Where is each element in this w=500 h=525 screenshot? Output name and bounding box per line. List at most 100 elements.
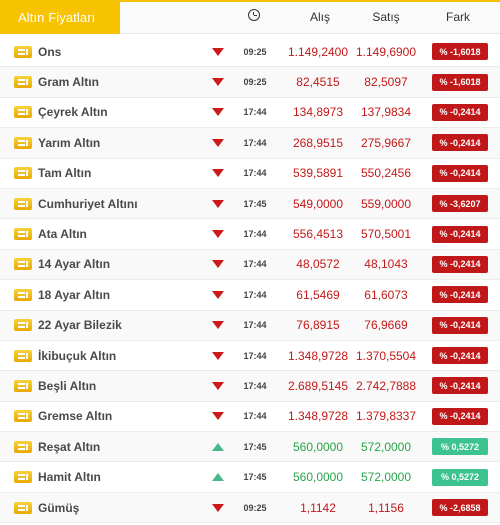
change-badge: % -0,2414 — [432, 377, 488, 395]
gold-bar-icon — [14, 197, 32, 210]
gold-prices-widget: Altın Fiyatları Alış Satış Fark Ons 09:25… — [0, 0, 500, 525]
asset-name[interactable]: Ata Altın — [38, 227, 87, 241]
gold-bar-icon — [14, 440, 32, 453]
table-row[interactable]: Gümüş 09:25 1,1142 1,1156 % -2,6858 — [0, 492, 500, 524]
trend-down-icon — [212, 138, 224, 147]
sell-price: 1.149,6900 — [355, 44, 417, 59]
change-badge: % -0,2414 — [432, 316, 488, 334]
change-badge: % -0,2414 — [432, 347, 488, 365]
sell-price: 572,0000 — [360, 439, 412, 454]
table-row[interactable]: Gram Altın 09:25 82,4515 82,5097 % -1,6018 — [0, 67, 500, 98]
table-row[interactable]: Ons 09:25 1.149,2400 1.149,6900 % -1,6018 — [0, 37, 500, 68]
change-badge: % -1,6018 — [432, 73, 488, 91]
change-badge: % 0,5272 — [432, 468, 488, 486]
sell-column-header: Satış — [372, 10, 400, 24]
asset-name[interactable]: 18 Ayar Altın — [38, 288, 110, 302]
table-row[interactable]: 18 Ayar Altın 17:44 61,5469 61,6073 % -0,241… — [0, 280, 500, 311]
sell-price: 76,9669 — [364, 318, 408, 333]
sell-price: 1.379,8337 — [355, 409, 417, 424]
update-time: 17:44 — [243, 259, 267, 270]
sell-price: 2.742,7888 — [355, 378, 417, 393]
asset-name[interactable]: Beşli Altın — [38, 379, 96, 393]
asset-name[interactable]: Gümüş — [38, 501, 79, 515]
trend-down-icon — [212, 321, 224, 330]
gold-bar-icon — [14, 167, 32, 180]
buy-price: 1.149,2400 — [287, 44, 349, 59]
asset-name[interactable]: İkibuçuk Altın — [38, 349, 116, 363]
gold-bar-icon — [14, 410, 32, 423]
table-row[interactable]: Çeyrek Altın 17:44 134,8973 137,9834 % -0,24… — [0, 97, 500, 129]
gold-bar-icon — [14, 471, 32, 484]
buy-price: 560,0000 — [292, 470, 344, 485]
update-time: 09:25 — [243, 77, 267, 88]
gold-bar-icon — [14, 136, 32, 149]
asset-name[interactable]: Hamit Altın — [38, 470, 101, 484]
gold-bar-icon — [14, 258, 32, 271]
change-badge: % -1,6018 — [432, 43, 488, 61]
update-time: 17:44 — [243, 137, 267, 148]
update-time: 17:44 — [243, 411, 267, 422]
gold-bar-icon — [14, 45, 32, 58]
table-row[interactable]: İkibuçuk Altın 17:44 1.348,9728 1.370,5504%… — [0, 340, 500, 372]
buy-price: 48,0572 — [296, 257, 340, 272]
table-row[interactable]: Yarım Altın 17:44 268,9515 275,9667 % -0,241… — [0, 128, 500, 159]
change-badge: % -0,2414 — [432, 103, 488, 121]
table-row[interactable]: Ata Altın 17:44 556,4513 570,5001 % -0,2414 — [0, 219, 500, 250]
buy-price: 76,8915 — [296, 318, 340, 333]
sell-price: 572,0000 — [360, 470, 412, 485]
gold-bar-icon — [14, 379, 32, 392]
asset-name[interactable]: Ons — [38, 45, 61, 59]
table-row[interactable]: 22 Ayar Bilezik 17:44 76,8915 76,9669 % -0,2… — [0, 310, 500, 341]
trend-up-icon — [212, 473, 224, 482]
buy-column-header: Alış — [309, 10, 330, 24]
change-badge: % 0,5272 — [432, 438, 488, 456]
asset-name[interactable]: Tam Altın — [38, 166, 91, 180]
table-row[interactable]: Beşli Altın 17:44 2.689,5145 2.742,7888 % -0… — [0, 371, 500, 402]
asset-name[interactable]: 14 Ayar Altın — [38, 257, 110, 271]
gold-bar-icon — [14, 319, 32, 332]
table-row[interactable]: Reşat Altın 17:45 560,0000 572,0000 % 0,5272 — [0, 432, 500, 463]
table-row[interactable]: 14 Ayar Altın 17:44 48,0572 48,1043 % -0,241… — [0, 249, 500, 281]
buy-price: 2.689,5145 — [287, 378, 349, 393]
trend-up-icon — [212, 442, 224, 451]
table-row[interactable]: Gremse Altın 17:44 1.348,9728 1.379,8337 % -… — [0, 401, 500, 433]
change-badge: % -3,6207 — [432, 195, 488, 213]
sell-price: 1.370,5504 — [355, 348, 417, 363]
table-row[interactable]: Cumhuriyet Altını 17:45 549,0000 559,0000 % … — [0, 188, 500, 220]
asset-name[interactable]: Reşat Altın — [38, 440, 100, 454]
asset-name[interactable]: Gremse Altın — [38, 409, 112, 423]
asset-name[interactable]: Çeyrek Altın — [38, 105, 108, 119]
update-time: 09:25 — [243, 46, 267, 57]
buy-price: 1,1142 — [300, 500, 336, 515]
buy-price: 560,0000 — [292, 439, 344, 454]
change-badge: % -0,2414 — [432, 225, 488, 243]
update-time: 17:44 — [243, 350, 267, 361]
gold-bar-icon — [14, 501, 32, 514]
trend-down-icon — [212, 351, 224, 360]
change-badge: % -0,2414 — [432, 407, 488, 425]
trend-down-icon — [212, 290, 224, 299]
gold-bar-icon — [14, 106, 32, 119]
widget-title[interactable]: Altın Fiyatları — [0, 1, 120, 34]
sell-price: 48,1043 — [364, 257, 408, 272]
asset-name[interactable]: Yarım Altın — [38, 136, 100, 150]
sell-price: 559,0000 — [360, 196, 412, 211]
buy-price: 556,4513 — [292, 227, 344, 242]
sell-price: 82,5097 — [364, 75, 408, 90]
trend-down-icon — [212, 108, 224, 117]
table-header: Altın Fiyatları Alış Satış Fark — [0, 0, 500, 34]
asset-name[interactable]: 22 Ayar Bilezik — [38, 318, 122, 332]
asset-name[interactable]: Cumhuriyet Altını — [38, 197, 138, 211]
update-time: 09:25 — [243, 502, 267, 513]
table-row[interactable]: Hamit Altın 17:45 560,0000 572,0000 % 0,5272 — [0, 462, 500, 493]
table-row[interactable]: Tam Altın 17:44 539,5891 550,2456 % -0,2414 — [0, 158, 500, 189]
trend-down-icon — [212, 503, 224, 512]
change-badge: % -0,2414 — [432, 134, 488, 152]
update-time: 17:44 — [243, 380, 267, 391]
asset-name[interactable]: Gram Altın — [38, 75, 99, 89]
trend-down-icon — [212, 230, 224, 239]
sell-price: 1,1156 — [368, 500, 404, 515]
update-time: 17:44 — [243, 107, 267, 118]
buy-price: 549,0000 — [292, 196, 344, 211]
buy-price: 61,5469 — [296, 287, 340, 302]
